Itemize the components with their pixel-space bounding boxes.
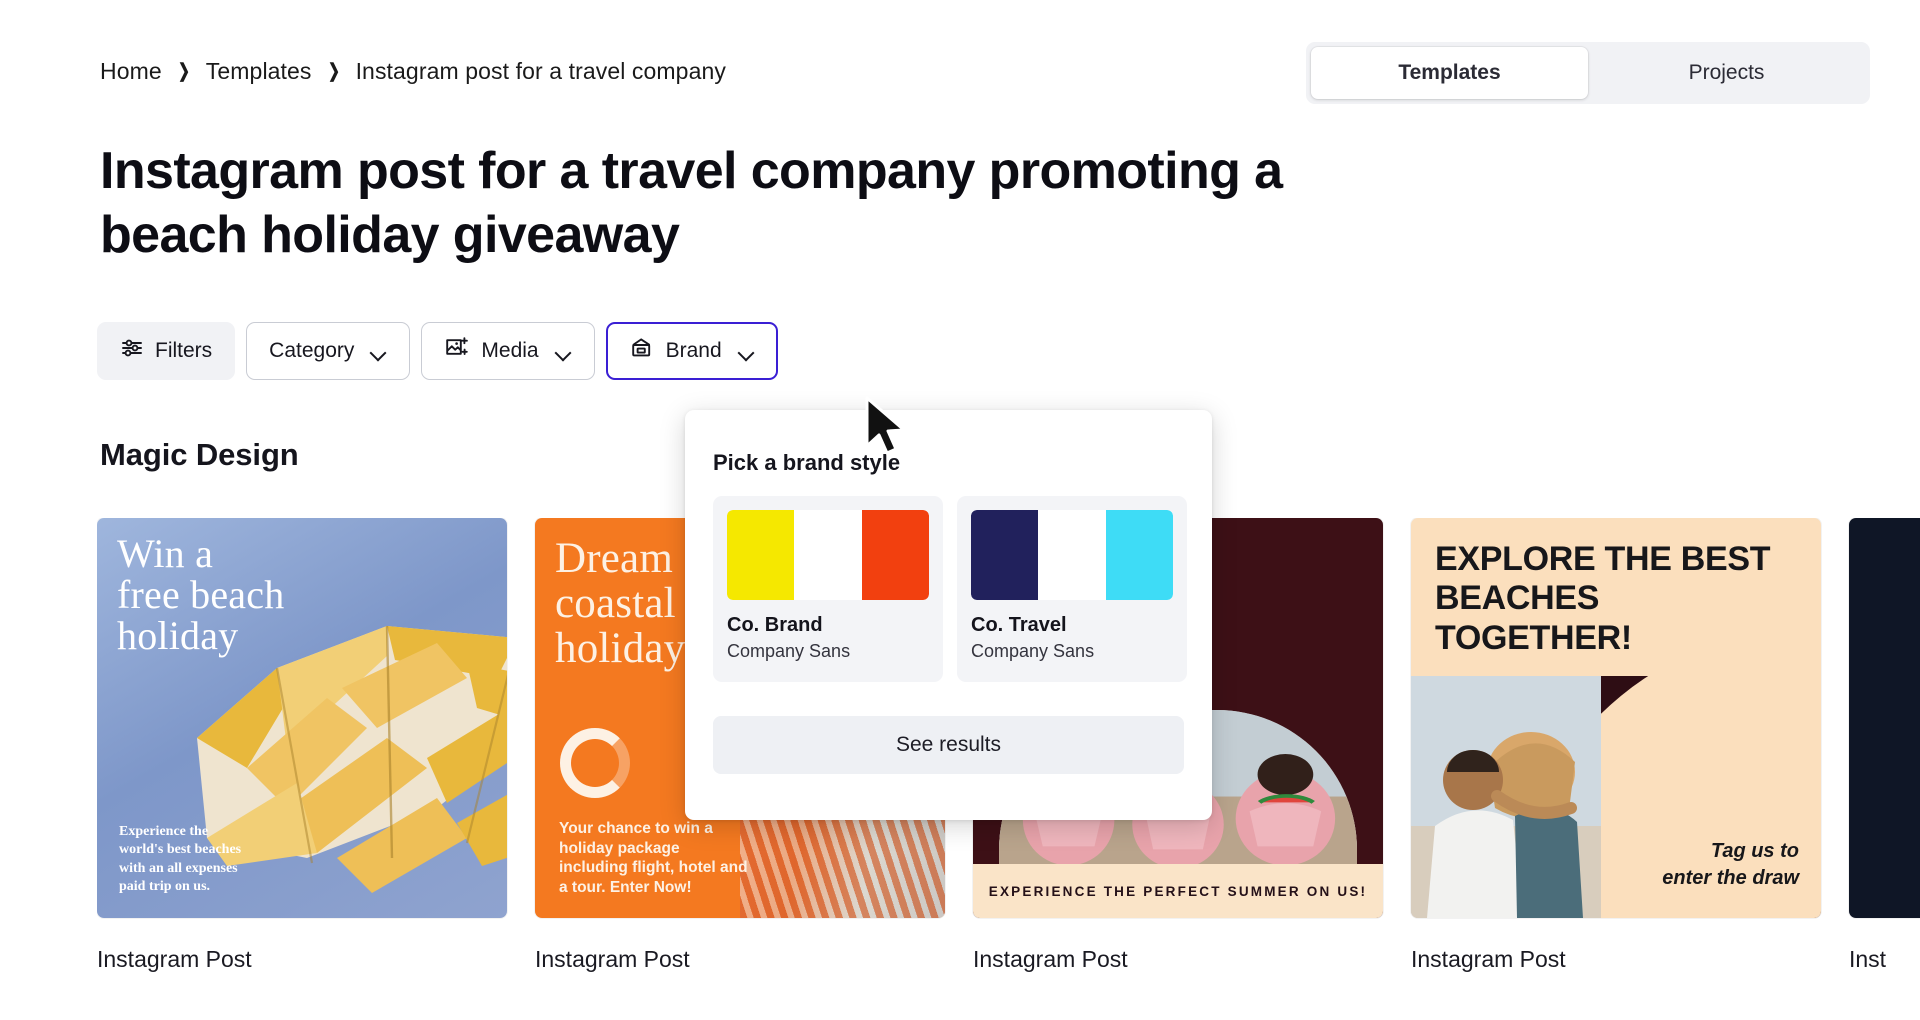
template-card[interactable]: EXPLORE THE BEST BEACHES TOGETHER! Tag u… (1411, 518, 1821, 978)
brand-font-name: Company Sans (727, 641, 851, 661)
brand-filter-button[interactable]: Brand (605, 322, 778, 380)
brand-name: Co. Travel (971, 614, 1067, 636)
brand-swatch-2 (1038, 510, 1106, 600)
brand-swatch-2 (794, 510, 862, 600)
page-title: Instagram post for a travel company prom… (100, 142, 1283, 264)
brand-sign-icon (629, 335, 655, 367)
template-subtext: Tag us to enter the draw (1662, 840, 1799, 889)
view-switcher: Templates Projects (1306, 42, 1870, 104)
brand-style-dropdown: Pick a brand style Co. Brand Company San… (685, 410, 1212, 820)
chevron-down-icon (556, 347, 572, 356)
template-subtext: Experience the world's best beaches with… (119, 824, 242, 894)
brand-swatch-3 (1105, 510, 1173, 600)
brand-name: Co. Brand (727, 614, 823, 636)
media-filter-button[interactable]: Media (421, 322, 595, 380)
see-results-button[interactable]: See results (713, 716, 1184, 774)
filters-button-label: Filters (155, 339, 213, 362)
template-headline: EXPLORE THE BEST BEACHES TOGETHER! (1435, 540, 1771, 657)
breadcrumb-item-current: Instagram post for a travel company (355, 58, 726, 84)
brand-color-swatches (971, 510, 1173, 600)
template-card-label: Inst (1849, 946, 1887, 972)
brush-circle-icon (560, 728, 630, 798)
template-thumbnail[interactable]: Win a free beach holiday Experience the … (97, 518, 507, 918)
template-card-label: Instagram Post (535, 946, 690, 972)
brand-font-name: Company Sans (971, 641, 1095, 661)
photo-art (1411, 676, 1601, 918)
filter-bar: Filters Category Media Brand (97, 322, 778, 380)
template-card-label: Instagram Post (97, 946, 252, 972)
brand-swatch-3 (861, 510, 929, 600)
brand-style-list: Co. Brand Company Sans Co. Travel Compan… (713, 496, 1187, 682)
chevron-down-icon (371, 347, 387, 356)
sliders-icon (120, 336, 144, 366)
template-thumbnail[interactable]: EXPLORE THE BEST BEACHES TOGETHER! Tag u… (1411, 518, 1821, 918)
couple-beach-photo (1411, 676, 1601, 918)
template-subtext: Your chance to win a holiday package inc… (559, 819, 748, 897)
media-sparkle-icon (444, 335, 470, 367)
template-card-label: Instagram Post (1411, 946, 1566, 972)
tab-projects[interactable]: Projects (1588, 47, 1865, 99)
brand-style-option-co-travel[interactable]: Co. Travel Company Sans (957, 496, 1187, 682)
brand-dropdown-title: Pick a brand style (713, 450, 901, 475)
tab-templates[interactable]: Templates (1311, 47, 1588, 99)
brand-style-option-co-brand[interactable]: Co. Brand Company Sans (713, 496, 943, 682)
brand-swatch-1 (971, 510, 1039, 600)
template-subtext: EXPERIENCE THE PERFECT SUMMER ON US! (973, 864, 1383, 918)
brand-filter-label: Brand (665, 339, 722, 362)
template-card[interactable]: Inst (1849, 518, 1920, 978)
template-card-label: Instagram Post (973, 946, 1128, 972)
breadcrumb-item-templates[interactable]: Templates (206, 58, 312, 85)
section-heading-magic-design: Magic Design (100, 437, 299, 472)
category-filter-label: Category (269, 339, 355, 362)
template-card[interactable]: Win a free beach holiday Experience the … (97, 518, 507, 978)
breadcrumb: Home ❯ Templates ❯ Instagram post for a … (100, 58, 726, 85)
chevron-down-icon (739, 347, 755, 356)
breadcrumb-item-home[interactable]: Home (100, 58, 162, 85)
template-headline: Dream coastal holiday (555, 535, 686, 673)
media-filter-label: Media (481, 339, 539, 362)
template-headline: Win a free beach holiday (117, 531, 285, 658)
brand-color-swatches (727, 510, 929, 600)
breadcrumb-separator-icon: ❯ (177, 61, 190, 82)
template-thumbnail[interactable] (1849, 518, 1920, 918)
breadcrumb-separator-icon: ❯ (327, 61, 340, 82)
brand-swatch-1 (727, 510, 795, 600)
category-filter-button[interactable]: Category (246, 322, 411, 380)
filters-button[interactable]: Filters (97, 322, 236, 380)
